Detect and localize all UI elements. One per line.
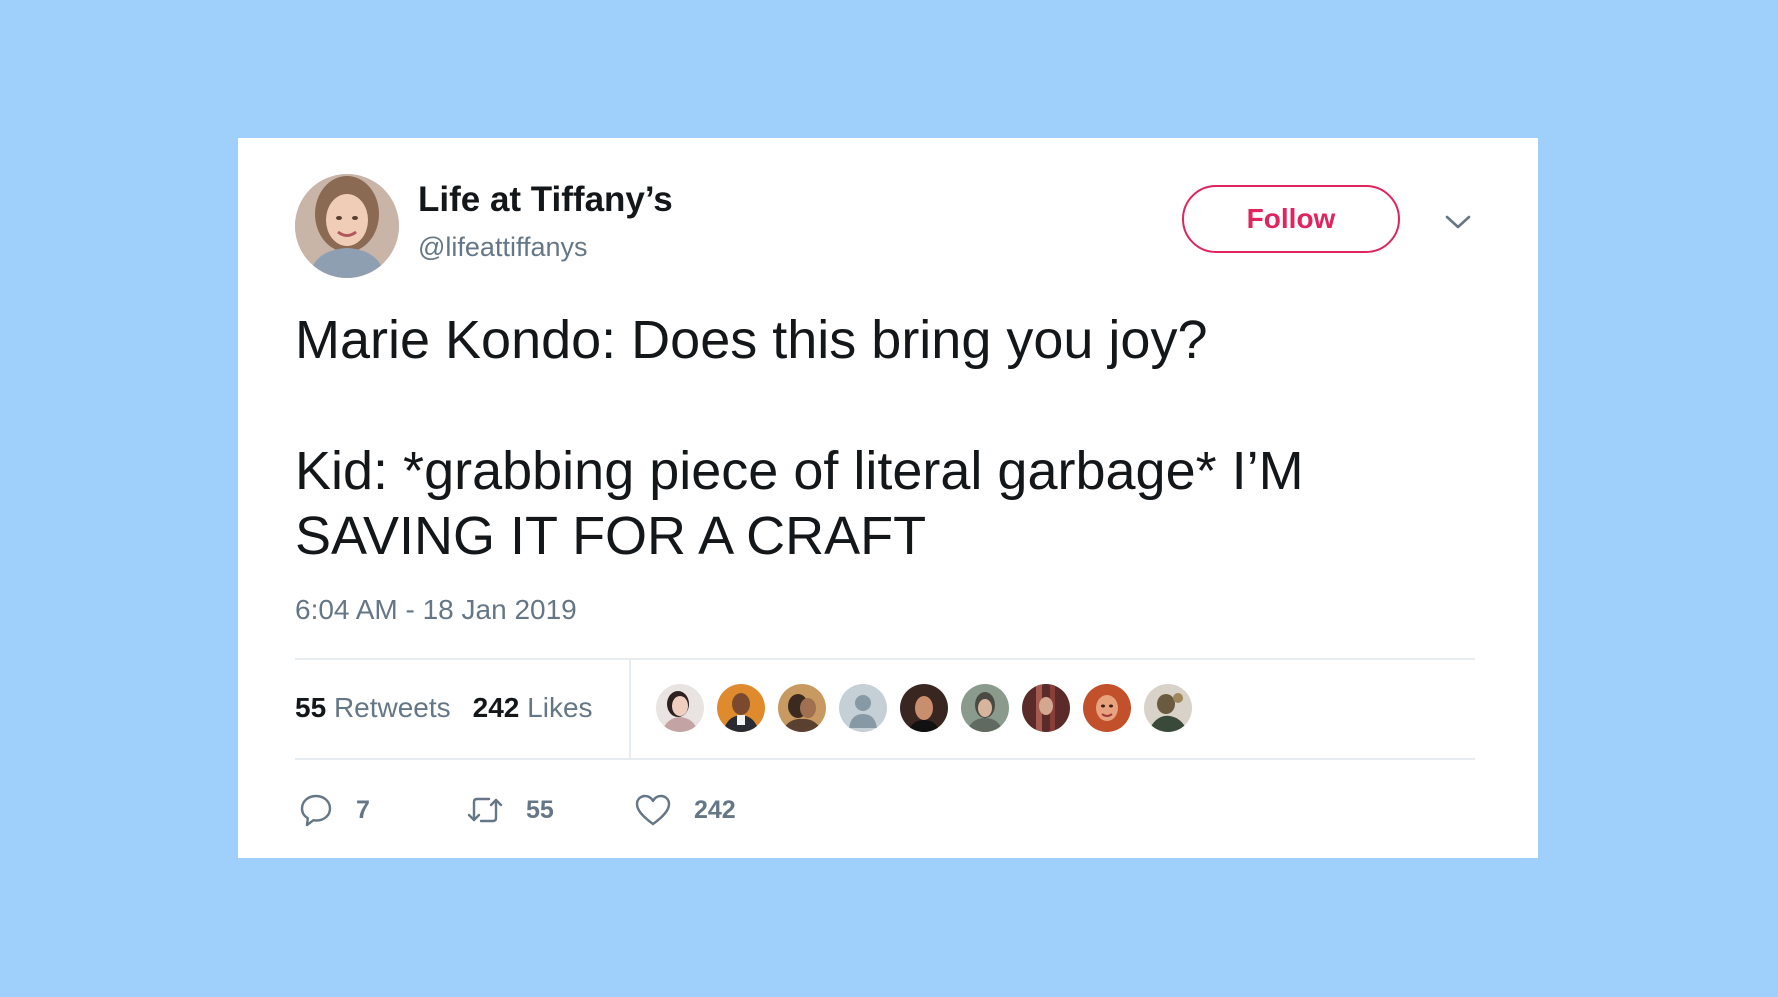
liker-avatar[interactable] (1142, 682, 1194, 734)
liker-avatar[interactable] (959, 682, 1011, 734)
liker-avatar[interactable] (837, 682, 889, 734)
like-count: 242 (694, 795, 736, 824)
liker-avatar[interactable] (1020, 682, 1072, 734)
retweets-stat-count: 55 (295, 692, 327, 723)
tweet-text: Marie Kondo: Does this bring you joy? Ki… (295, 308, 1485, 569)
tweet-actions: 7 55 242 (298, 786, 736, 834)
stats-bottom-divider (295, 758, 1475, 760)
liker-avatar[interactable] (654, 682, 706, 734)
tweet-text-line-1: Marie Kondo: Does this bring you joy? (295, 310, 1208, 370)
heart-icon (635, 794, 671, 826)
follow-button[interactable]: Follow (1182, 185, 1400, 253)
tweet-card: Life at Tiffany’s @lifeattiffanys Follow… (238, 138, 1538, 858)
chevron-down-icon (1445, 215, 1471, 229)
author-handle[interactable]: @lifeattiffanys (418, 232, 588, 263)
more-options-button[interactable] (1440, 204, 1476, 240)
reply-icon (300, 794, 332, 827)
liker-avatar[interactable] (898, 682, 950, 734)
liker-avatar[interactable] (715, 682, 767, 734)
liker-avatars (654, 682, 1203, 734)
like-button[interactable]: 242 (634, 792, 736, 828)
tweet-stats: 55 Retweets 242 Likes (295, 660, 615, 756)
retweets-stat-label: Retweets (333, 692, 451, 723)
reply-button[interactable]: 7 (298, 792, 466, 828)
liker-avatar[interactable] (776, 682, 828, 734)
author-avatar[interactable] (295, 174, 399, 278)
likes-stat-label: Likes (527, 692, 593, 723)
likes-stat-count: 242 (472, 692, 520, 723)
liker-avatar[interactable] (1081, 682, 1133, 734)
tweet-text-line-2: Kid: *grabbing piece of literal garbage*… (295, 441, 1304, 566)
retweet-icon (467, 797, 503, 823)
retweets-stat[interactable]: 55 Retweets (295, 692, 451, 724)
default-avatar-icon (839, 684, 887, 732)
likes-stat[interactable]: 242 Likes (473, 692, 593, 724)
retweet-count: 55 (526, 795, 554, 824)
retweet-button[interactable]: 55 (466, 792, 634, 828)
reply-count: 7 (356, 795, 370, 824)
author-name[interactable]: Life at Tiffany’s (418, 180, 673, 220)
stats-separator (629, 660, 631, 758)
tweet-timestamp[interactable]: 6:04 AM - 18 Jan 2019 (295, 594, 577, 626)
